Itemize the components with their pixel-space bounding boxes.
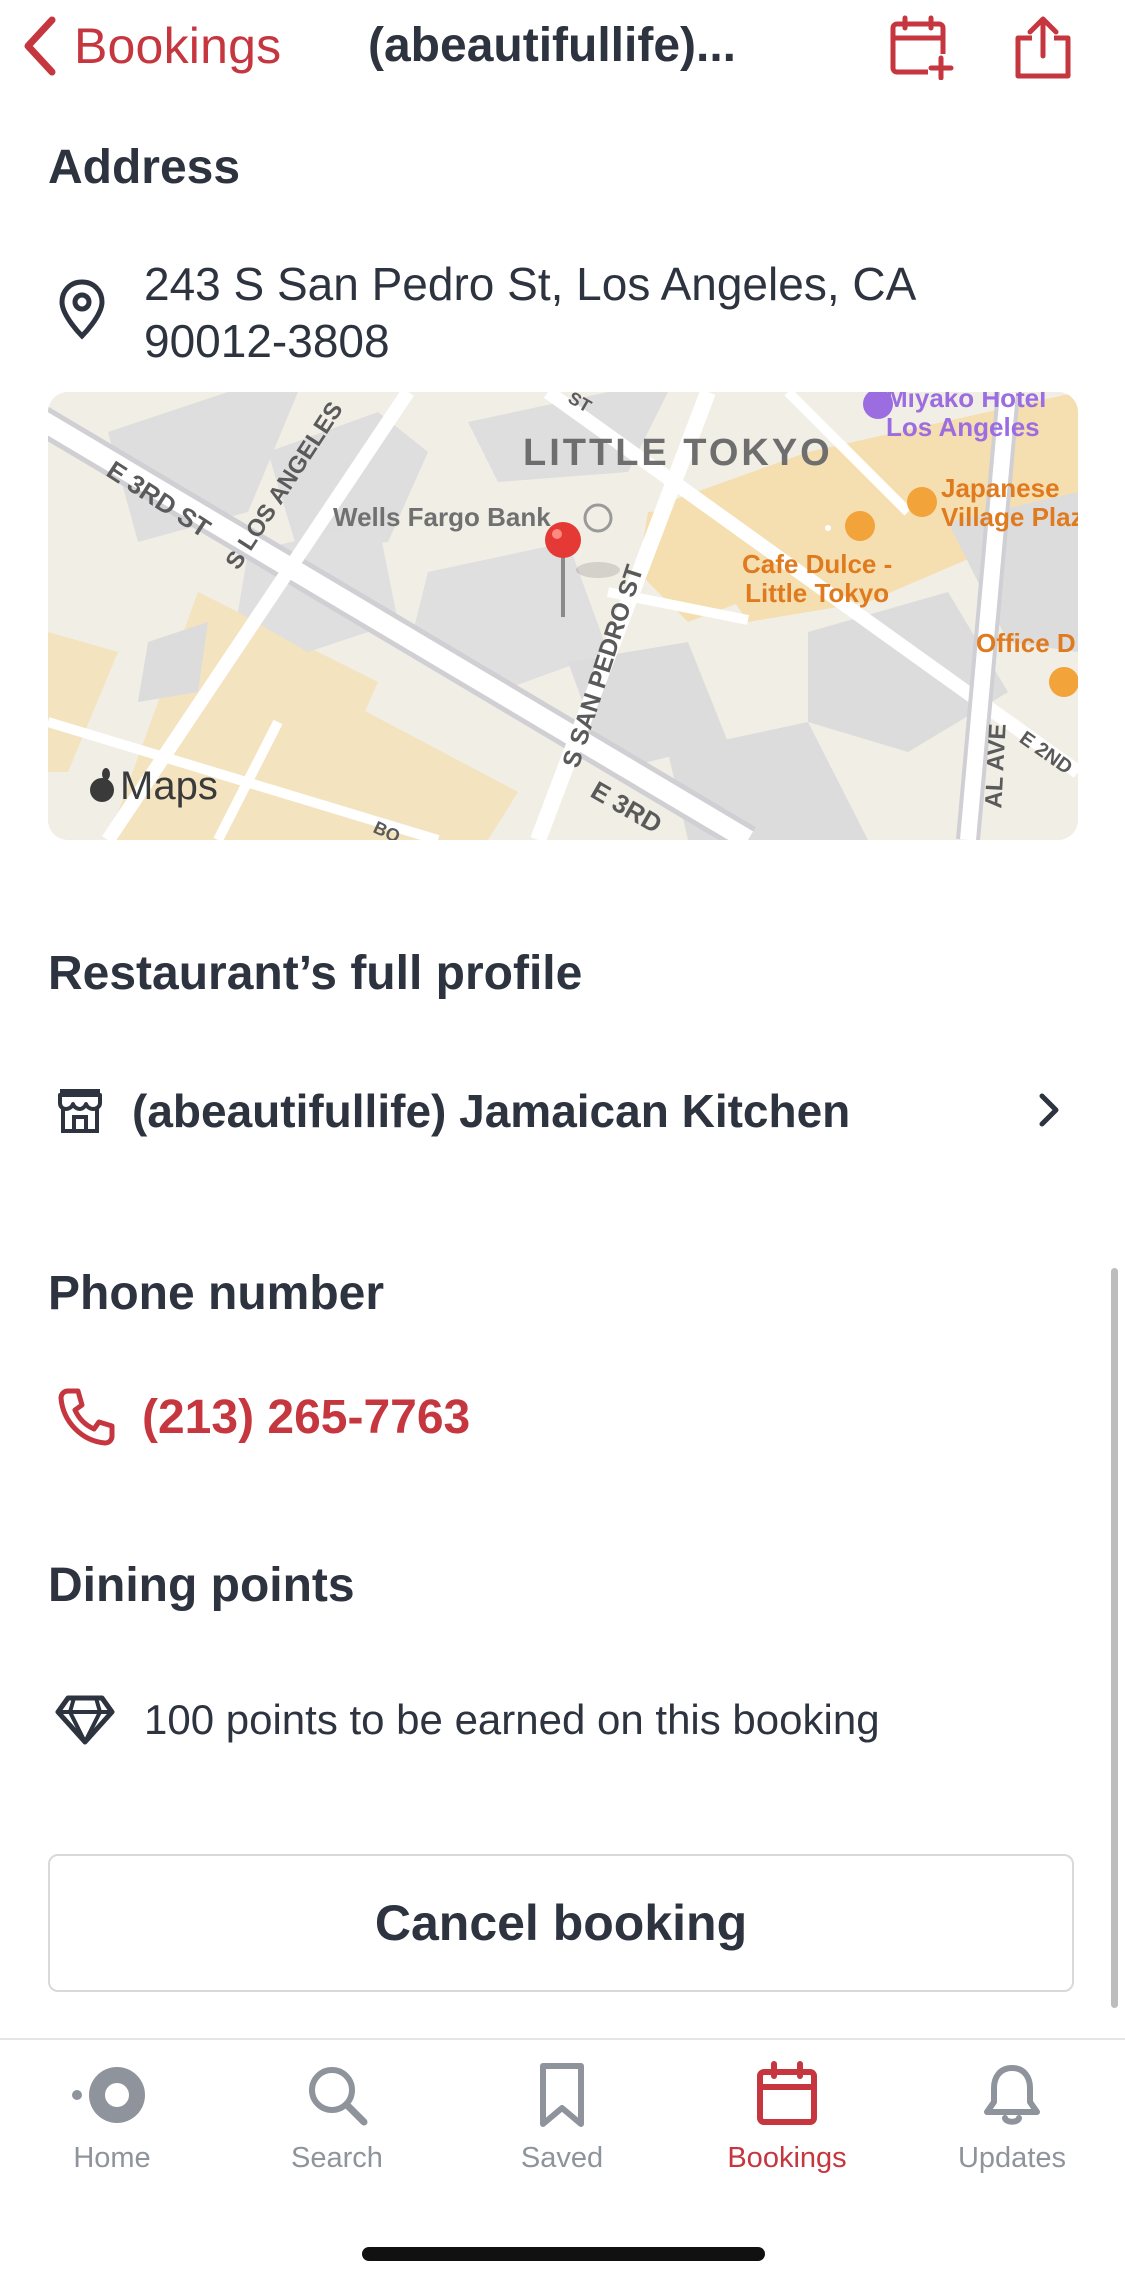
phone-section-title: Phone number [48, 1267, 385, 1320]
scrollbar[interactable] [1111, 1268, 1118, 2008]
points-text: 100 points to be earned on this booking [144, 1696, 880, 1743]
restaurant-profile-link[interactable]: (abeautifullife) Jamaican Kitchen [48, 1078, 1078, 1144]
page-title: (abeautifullife)... [368, 19, 737, 72]
tab-home-label: Home [73, 2142, 151, 2174]
cancel-booking-button[interactable]: Cancel booking [48, 1854, 1074, 1992]
bookmark-icon [540, 2063, 584, 2127]
tab-bookings-label: Bookings [727, 2142, 847, 2174]
map-label-japanese-village-plaza: Japanese Village Plaza [941, 473, 1078, 532]
location-pin-icon [59, 279, 105, 340]
phone-icon [58, 1388, 115, 1446]
calendar-plus-icon[interactable] [888, 14, 954, 80]
home-indicator[interactable] [362, 2247, 765, 2261]
chevron-right-icon [1039, 1093, 1059, 1127]
phone-number: (213) 265-7763 [142, 1390, 471, 1444]
bell-icon [984, 2065, 1040, 2125]
share-icon[interactable] [1010, 14, 1076, 80]
calendar-icon [757, 2061, 817, 2125]
map-label-cafe-dulce: Cafe Dulce - Little Tokyo [742, 549, 893, 608]
map-label-miyako-hotel: Miyako Hotel Los Angeles [886, 392, 1047, 442]
tab-bookings[interactable]: Bookings [687, 2060, 887, 2175]
tab-saved-label: Saved [520, 2142, 604, 2174]
tab-updates[interactable]: Updates [912, 2060, 1112, 2175]
map-label-al-ave: AL AVE [980, 722, 1012, 810]
tab-search[interactable]: Search [237, 2060, 437, 2175]
map-label-wells-fargo: Wells Fargo Bank [333, 502, 551, 532]
back-button-label: Bookings [74, 18, 282, 74]
back-button[interactable]: Bookings [20, 14, 281, 78]
search-icon [309, 2067, 368, 2126]
phone-call-link[interactable]: (213) 265-7763 [48, 1382, 470, 1452]
map-label-little-tokyo: LITTLE TOKYO [523, 432, 833, 474]
address-text[interactable]: 243 S San Pedro St, Los Angeles, CA 9001… [144, 256, 916, 370]
points-info: 100 points to be earned on this booking [48, 1690, 880, 1750]
restaurant-building-icon [58, 1089, 102, 1133]
profile-section-title: Restaurant’s full profile [48, 947, 583, 1000]
apple-maps-logo: Maps [120, 764, 218, 808]
tab-updates-label: Updates [957, 2142, 1066, 2174]
chevron-left-icon [24, 16, 56, 76]
map-label-office: Office D [976, 628, 1076, 658]
home-icon [72, 2067, 145, 2123]
points-section-title: Dining points [48, 1559, 355, 1612]
tab-search-label: Search [291, 2142, 383, 2174]
tab-saved[interactable]: Saved [462, 2060, 662, 2175]
tab-home[interactable]: Home [12, 2060, 212, 2175]
cancel-booking-label: Cancel booking [374, 1895, 748, 1951]
diamond-icon [55, 1695, 115, 1745]
restaurant-name: (abeautifullife) Jamaican Kitchen [132, 1085, 851, 1137]
address-line-1: 243 S San Pedro St, Los Angeles, CA [144, 258, 917, 310]
address-section-title: Address [48, 141, 241, 194]
address-line-2: 90012-3808 [144, 315, 390, 367]
map-preview[interactable]: LITTLE TOKYO Wells Fargo Bank E 3RD ST S… [48, 392, 1078, 840]
